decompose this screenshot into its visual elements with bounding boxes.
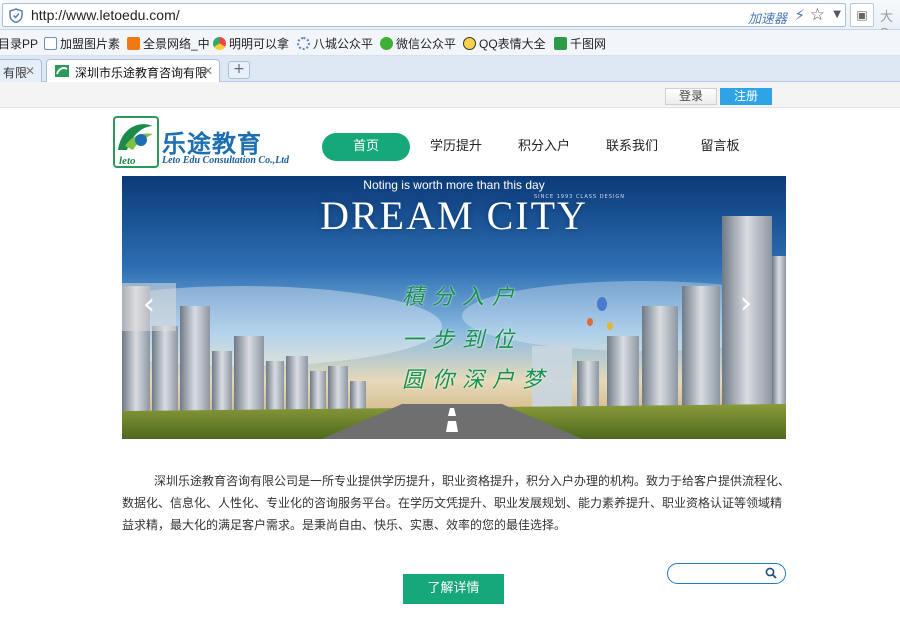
banner-slogan-1: 積分入户 <box>402 285 523 310</box>
chrome-icon <box>213 37 226 50</box>
qq-icon <box>463 37 476 50</box>
panorama-icon <box>127 37 140 50</box>
banner-since: SINCE 1993 CLASS DESIGN <box>534 194 625 200</box>
tab-active[interactable]: 深圳市乐途教育咨询有限 ✕ <box>46 59 220 82</box>
security-shield-icon <box>9 8 23 23</box>
bookmark-item[interactable]: 目录PP <box>0 35 38 52</box>
tab-strip: 有限 ✕ 深圳市乐途教育咨询有限 ✕ + <box>0 56 900 82</box>
logo-title: 乐途教育 <box>162 130 262 158</box>
close-icon[interactable]: ✕ <box>203 64 213 78</box>
search-icon[interactable] <box>765 567 777 579</box>
carousel-prev-icon[interactable]: ‹ <box>122 283 176 331</box>
bookmark-item[interactable]: 微信公众平 <box>380 35 456 52</box>
qiantu-icon <box>554 37 567 50</box>
bookmark-item[interactable]: 加盟图片素 <box>44 35 120 52</box>
close-icon[interactable]: ✕ <box>25 64 35 78</box>
bookmark-item[interactable]: QQ表情大全 <box>463 35 546 52</box>
bookmark-item[interactable]: 千图网 <box>554 35 606 52</box>
url-field[interactable]: http://www.letoedu.com/ 加速器 ⚡ ☆ ▼ <box>2 3 846 27</box>
extension-icon[interactable]: ▣ <box>850 3 874 27</box>
nav-item-guestbook[interactable]: 留言板 <box>679 133 761 161</box>
logo-subtitle: Leto Edu Consultation Co.,Ltd <box>162 155 289 166</box>
accelerator-button[interactable]: 加速器 <box>748 8 787 27</box>
logo-mark-text: leto <box>119 155 136 167</box>
search-input[interactable] <box>667 563 786 584</box>
bookmark-item[interactable]: 明明可以拿 <box>213 35 289 52</box>
page-icon <box>44 37 57 50</box>
banner-tagline: Noting is worth more than this day <box>363 178 545 192</box>
nav-item-points-hukou[interactable]: 积分入户 <box>503 133 585 161</box>
carousel-next-icon[interactable]: › <box>740 286 752 321</box>
banner-slogan-3: 圆你深户梦 <box>402 368 553 393</box>
address-bar: http://www.letoedu.com/ 加速器 ⚡ ☆ ▼ ▣ 大S <box>0 0 900 40</box>
banner-slogan-2: 一步到位 <box>402 328 523 353</box>
bookmarks-bar: 目录PP 加盟图片素 全景网络_中 明明可以拿 八城公众平 微信公众平 QQ表情… <box>0 30 900 56</box>
url-text: http://www.letoedu.com/ <box>31 7 180 23</box>
bolt-icon[interactable]: ⚡ <box>794 6 805 24</box>
nav-item-education[interactable]: 学历提升 <box>415 133 497 161</box>
leto-favicon-icon <box>55 65 69 77</box>
bookmark-item[interactable]: 八城公众平 <box>297 35 373 52</box>
wechat-icon <box>380 37 393 50</box>
star-icon[interactable]: ☆ <box>810 5 825 25</box>
leto-logo-icon[interactable]: leto <box>113 116 159 168</box>
bookmark-item[interactable]: 全景网络_中 <box>127 35 210 52</box>
nav-item-contact[interactable]: 联系我们 <box>591 133 673 161</box>
nav-item-home[interactable]: 首页 <box>322 133 410 161</box>
banner-carousel[interactable]: Noting is worth more than this day DREAM… <box>122 176 786 439</box>
learn-more-button[interactable]: 了解详情 <box>403 574 504 604</box>
top-bar: 登录 注册 <box>0 82 900 108</box>
register-button[interactable]: 注册 <box>720 88 772 105</box>
new-tab-button[interactable]: + <box>228 61 250 79</box>
browser-chrome: http://www.letoedu.com/ 加速器 ⚡ ☆ ▼ ▣ 大S 目… <box>0 0 900 82</box>
gear-icon <box>297 37 310 50</box>
banner-title: DREAM CITY <box>320 193 588 238</box>
login-button[interactable]: 登录 <box>665 88 717 105</box>
chevron-down-icon[interactable]: ▼ <box>833 9 841 20</box>
company-intro: 深圳乐途教育咨询有限公司是一所专业提供学历提升，职业资格提升，积分入户办理的机构… <box>122 474 791 532</box>
tab-inactive[interactable]: 有限 ✕ <box>0 59 42 82</box>
